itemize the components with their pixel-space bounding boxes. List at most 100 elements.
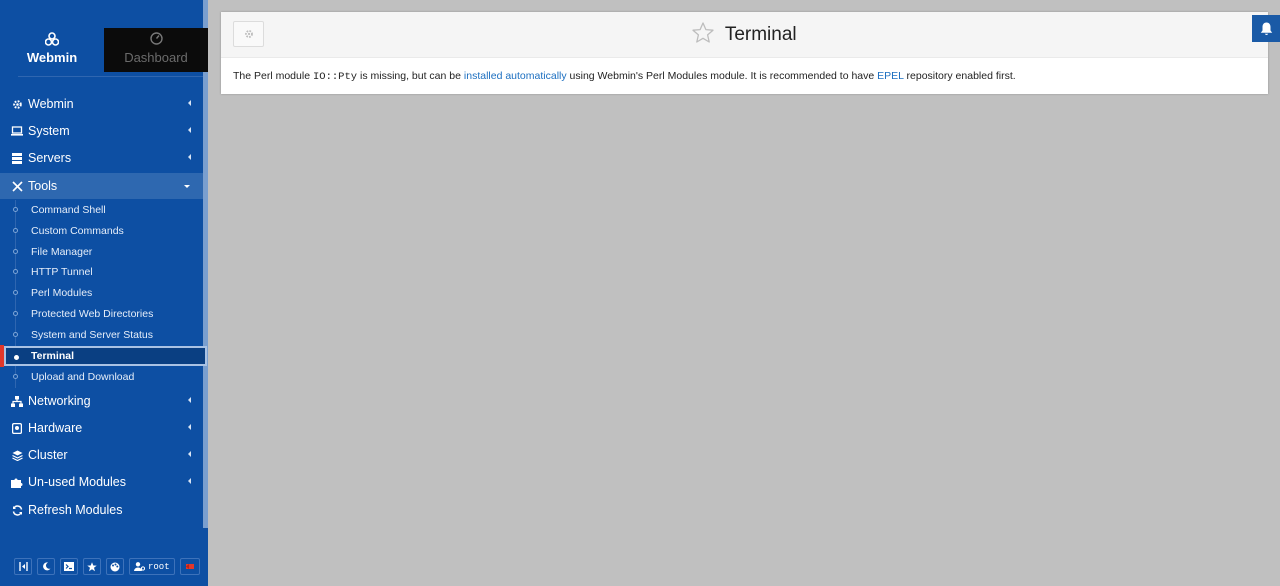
- submenu-item-upload-download[interactable]: Upload and Download: [0, 367, 203, 387]
- submenu-item-label: Terminal: [31, 350, 74, 362]
- user-cog-icon: [134, 562, 145, 571]
- sidebar-bottom-toolbar: root: [14, 558, 200, 575]
- caret-left-icon: [188, 478, 191, 484]
- submenu-item-label: Upload and Download: [31, 371, 135, 383]
- dashboard-switch-label: Dashboard: [124, 50, 188, 65]
- submenu-item-label: System and Server Status: [31, 329, 153, 341]
- user-button[interactable]: root: [129, 558, 175, 575]
- webmin-switch-label: Webmin: [26, 50, 78, 65]
- page-title: Terminal: [724, 24, 797, 45]
- menu-hardware[interactable]: Hardware: [0, 415, 203, 441]
- terminal-button[interactable]: [60, 558, 78, 575]
- terminal-icon: [64, 562, 74, 571]
- menu-unused-modules[interactable]: Un-used Modules: [0, 469, 203, 495]
- submenu-item-protected-web-directories[interactable]: Protected Web Directories: [0, 304, 203, 324]
- moon-icon: [42, 562, 50, 571]
- menu-webmin[interactable]: Webmin: [0, 91, 203, 117]
- bullet-icon: [13, 332, 18, 337]
- menu-system-label: System: [28, 124, 70, 138]
- menu-refresh-modules[interactable]: Refresh Modules: [0, 497, 203, 523]
- star-icon: [87, 561, 97, 571]
- caret-left-icon: [188, 100, 191, 106]
- caret-left-icon: [188, 451, 191, 457]
- caret-left-icon: [188, 424, 191, 430]
- menu-webmin-label: Webmin: [28, 97, 74, 111]
- bullet-icon: [13, 249, 18, 254]
- hard-drive-icon: [11, 422, 23, 434]
- bullet-icon: [13, 228, 18, 233]
- submenu-item-terminal[interactable]: Terminal: [4, 346, 207, 366]
- sidebar: Webmin Dashboard Webmin System Servers T…: [0, 0, 208, 586]
- logout-icon: [185, 564, 194, 569]
- dashboard-gauge-icon: [104, 28, 208, 48]
- submenu-item-command-shell[interactable]: Command Shell: [0, 200, 203, 220]
- caret-left-icon: [188, 127, 191, 133]
- sidebar-scrollbar[interactable]: [203, 0, 208, 528]
- caret-left-icon: [188, 397, 191, 403]
- layers-icon: [11, 450, 23, 461]
- menu-cluster-label: Cluster: [28, 448, 68, 462]
- bullet-icon: [13, 290, 18, 295]
- divider: [18, 76, 203, 77]
- user-name: root: [148, 561, 170, 572]
- menu-servers-label: Servers: [28, 151, 72, 165]
- logout-button[interactable]: [179, 558, 200, 575]
- menu-cluster[interactable]: Cluster: [0, 442, 203, 468]
- menu-hardware-label: Hardware: [28, 421, 83, 435]
- collapse-sidebar-button[interactable]: [14, 558, 32, 575]
- submenu-item-label: HTTP Tunnel: [31, 266, 93, 278]
- submenu-item-system-server-status[interactable]: System and Server Status: [0, 325, 203, 345]
- laptop-icon: [11, 126, 23, 136]
- bell-icon: [1260, 22, 1272, 35]
- submenu-item-label: Command Shell: [31, 204, 106, 216]
- menu-networking-label: Networking: [28, 394, 91, 408]
- webmin-logo-icon: [0, 28, 104, 48]
- menu-unused-modules-label: Un-used Modules: [28, 475, 126, 489]
- dashboard-switch[interactable]: Dashboard: [104, 28, 208, 72]
- bullet-icon: [13, 207, 18, 212]
- main-panel: Terminal The Perl module IO::Pty is miss…: [221, 12, 1268, 94]
- network-icon: [11, 395, 23, 407]
- panel-header: Terminal: [221, 12, 1268, 58]
- server-rack-icon: [11, 152, 23, 164]
- gear-icon: [11, 99, 23, 110]
- submenu-item-file-manager[interactable]: File Manager: [0, 242, 203, 262]
- bullet-icon: [13, 269, 18, 274]
- refresh-icon: [11, 504, 23, 516]
- notifications-button[interactable]: [1252, 15, 1280, 42]
- menu-servers[interactable]: Servers: [0, 145, 203, 171]
- caret-down-icon: [184, 185, 190, 188]
- submenu-item-label: Protected Web Directories: [31, 308, 154, 320]
- night-mode-button[interactable]: [37, 558, 55, 575]
- message-text: is missing, but can be: [357, 70, 464, 82]
- submenu-item-label: Perl Modules: [31, 287, 93, 299]
- menu-tools[interactable]: Tools: [0, 173, 203, 199]
- message-text: using Webmin's Perl Modules module. It i…: [566, 70, 878, 82]
- caret-left-icon: [188, 154, 191, 160]
- menu-tools-label: Tools: [28, 179, 58, 193]
- epel-link[interactable]: EPEL: [877, 70, 903, 82]
- message-text: The Perl module: [233, 70, 313, 82]
- webmin-switch[interactable]: Webmin: [0, 28, 104, 72]
- menu-networking[interactable]: Networking: [0, 388, 203, 414]
- menu-system[interactable]: System: [0, 118, 203, 144]
- collapse-icon: [18, 562, 28, 571]
- submenu-item-perl-modules[interactable]: Perl Modules: [0, 283, 203, 303]
- submenu-item-http-tunnel[interactable]: HTTP Tunnel: [0, 262, 203, 282]
- message-text: repository enabled first.: [903, 70, 1016, 82]
- puzzle-icon: [11, 477, 23, 488]
- bullet-icon: [13, 311, 18, 316]
- theme-button[interactable]: [106, 558, 124, 575]
- submenu-item-label: File Manager: [31, 246, 93, 258]
- tools-icon: [11, 180, 23, 192]
- submenu-item-custom-commands[interactable]: Custom Commands: [0, 221, 203, 241]
- title-wrap: Terminal: [221, 22, 1268, 48]
- bullet-icon: [14, 355, 19, 360]
- submenu-item-label: Custom Commands: [31, 225, 124, 237]
- install-automatically-link[interactable]: installed automatically: [464, 70, 567, 82]
- module-name-code: IO::Pty: [312, 71, 358, 83]
- bullet-icon: [13, 374, 18, 379]
- menu-refresh-modules-label: Refresh Modules: [28, 503, 123, 517]
- favorites-button[interactable]: [83, 558, 101, 575]
- favorite-star-icon[interactable]: [692, 22, 715, 48]
